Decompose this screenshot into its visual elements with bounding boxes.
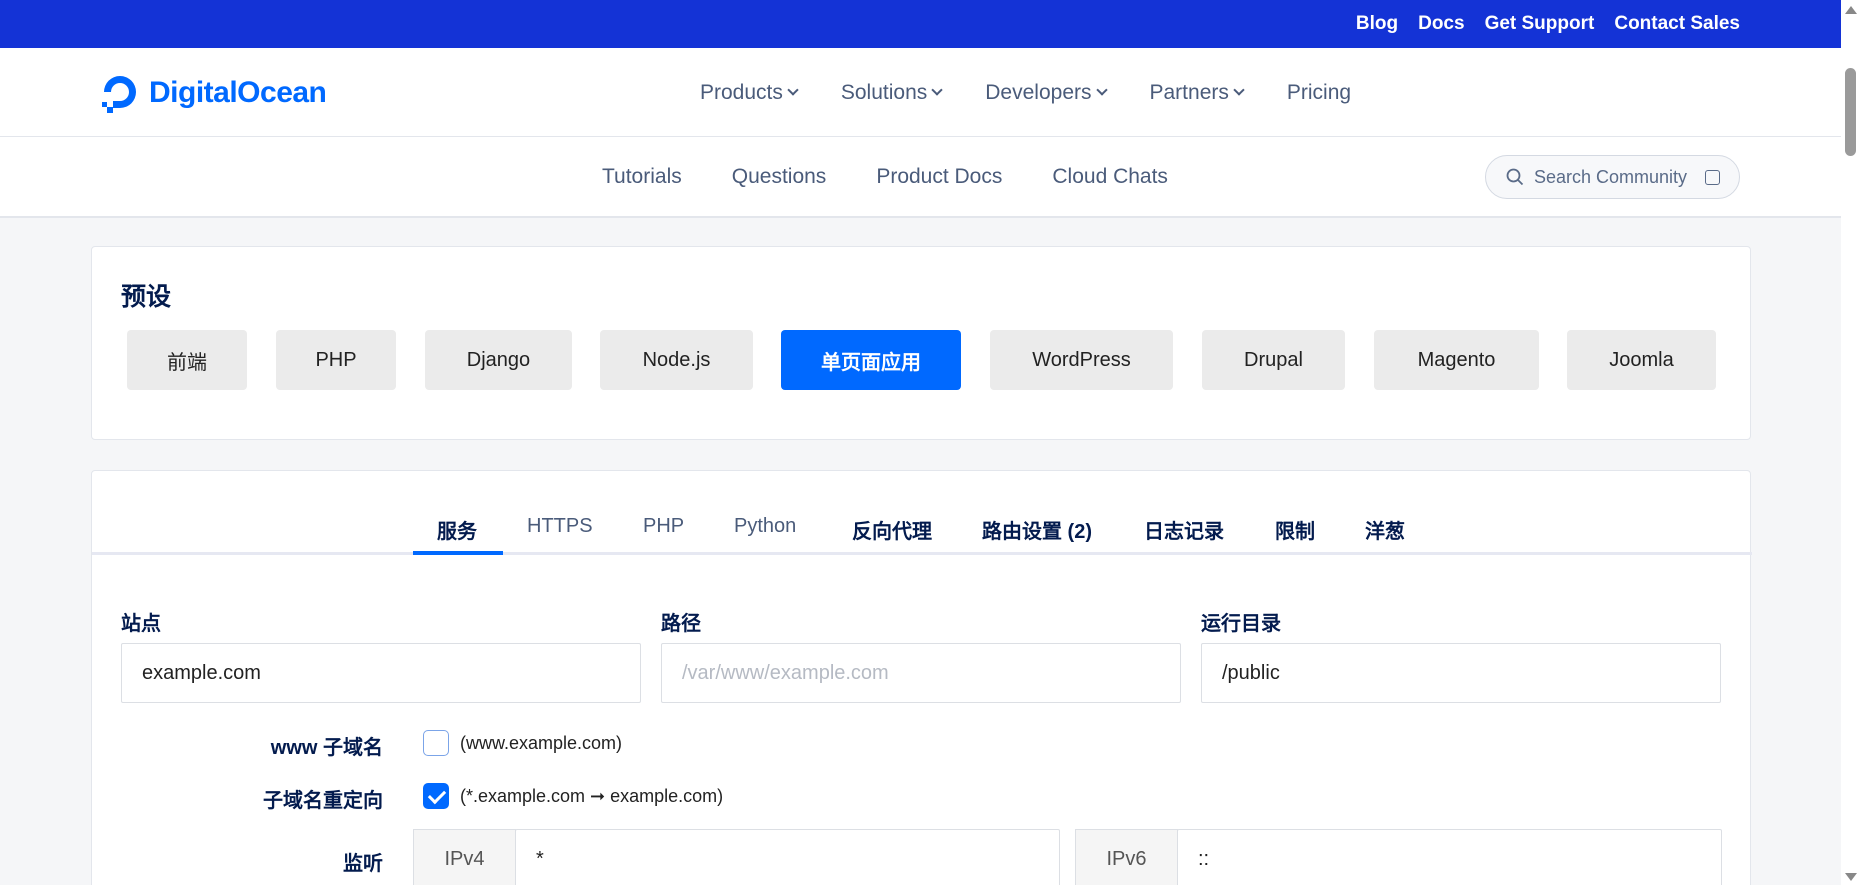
ipv6-addon: IPv6 <box>1075 829 1178 885</box>
preset-django[interactable]: Django <box>425 330 572 390</box>
top-bar: Blog Docs Get Support Contact Sales <box>0 0 1841 48</box>
search-icon <box>1506 168 1524 186</box>
nav-partners[interactable]: Partners <box>1149 80 1245 105</box>
preset-php[interactable]: PHP <box>276 330 396 390</box>
chevron-down-icon <box>1095 84 1108 96</box>
www-subdomain-desc: (www.example.com) <box>460 733 623 753</box>
preset-nodejs[interactable]: Node.js <box>600 330 753 390</box>
docroot-input[interactable]: /public <box>1201 643 1721 703</box>
nav-label: Products <box>700 80 783 104</box>
www-subdomain-checkbox[interactable] <box>423 730 449 756</box>
chevron-down-icon <box>1233 84 1245 96</box>
chevron-down-icon <box>787 84 799 96</box>
community-menu: Tutorials Questions Product Docs Cloud C… <box>602 137 1168 216</box>
tab-reverse-proxy[interactable]: 反向代理 <box>852 515 932 544</box>
logo[interactable]: DigitalOcean <box>99 72 327 114</box>
top-links: Blog Docs Get Support Contact Sales <box>1356 0 1740 48</box>
subdomain-redirect-checkbox[interactable] <box>423 783 449 809</box>
community-nav: Tutorials Questions Product Docs Cloud C… <box>0 137 1841 218</box>
path-input[interactable]: /var/www/example.com <box>661 643 1181 703</box>
preset-frontend[interactable]: 前端 <box>127 330 247 390</box>
ipv4-input[interactable]: * <box>515 829 1060 885</box>
nav-tutorials[interactable]: Tutorials <box>602 165 682 189</box>
nav-product-docs[interactable]: Product Docs <box>876 165 1002 189</box>
tab-onion[interactable]: 洋葱 <box>1365 515 1405 544</box>
scroll-down-arrow-icon[interactable] <box>1845 873 1857 881</box>
www-subdomain-label: www 子域名 <box>270 737 383 759</box>
site-label: 站点 <box>121 613 161 635</box>
site-input[interactable]: example.com <box>121 643 641 703</box>
nav-developers[interactable]: Developers <box>985 80 1108 105</box>
search-placeholder: Search Community <box>1534 166 1688 187</box>
scroll-up-arrow-icon[interactable] <box>1845 6 1857 14</box>
nav-label: Pricing <box>1286 80 1352 104</box>
preset-wordpress[interactable]: WordPress <box>990 330 1173 390</box>
config-card: 服务 HTTPS PHP Python 反向代理 路由设置 (2) 日志记录 限… <box>91 470 1752 885</box>
main-nav: DigitalOcean Products Solutions Develope… <box>0 48 1841 137</box>
config-tabs: 服务 HTTPS PHP Python 反向代理 路由设置 (2) 日志记录 限… <box>92 471 1752 555</box>
preset-drupal[interactable]: Drupal <box>1202 330 1345 390</box>
tab-logging[interactable]: 日志记录 <box>1144 515 1224 544</box>
nav-label: Partners <box>1149 80 1229 104</box>
preset-spa[interactable]: 单页面应用 <box>781 330 961 390</box>
ipv6-input[interactable]: :: <box>1177 829 1722 885</box>
nav-label: Solutions <box>840 80 928 104</box>
subdomain-redirect-label: 子域名重定向 <box>263 790 383 812</box>
tab-limits[interactable]: 限制 <box>1275 515 1315 544</box>
blog-link[interactable]: Blog <box>1356 13 1398 35</box>
presets-title: 预设 <box>121 283 172 311</box>
contact-sales-link[interactable]: Contact Sales <box>1614 13 1740 35</box>
tab-server[interactable]: 服务 <box>437 515 477 544</box>
digitalocean-logo-icon <box>102 76 136 113</box>
docs-link[interactable]: Docs <box>1418 13 1464 35</box>
docroot-label: 运行目录 <box>1201 613 1281 635</box>
preset-joomla[interactable]: Joomla <box>1567 330 1716 390</box>
preset-magento[interactable]: Magento <box>1374 330 1539 390</box>
tab-routing[interactable]: 路由设置 (2) <box>982 515 1092 544</box>
active-tab-indicator <box>413 551 503 555</box>
tab-python[interactable]: Python <box>734 515 796 538</box>
nav-questions[interactable]: Questions <box>732 165 827 189</box>
presets-card: 预设 前端 PHP Django Node.js 单页面应用 WordPress… <box>91 246 1751 440</box>
tab-php[interactable]: PHP <box>643 515 684 538</box>
main-menu: Products Solutions Developers Partners P… <box>700 48 1351 137</box>
tab-https[interactable]: HTTPS <box>527 515 593 538</box>
chevron-down-icon <box>931 84 943 96</box>
nav-solutions[interactable]: Solutions <box>840 80 943 105</box>
listen-label: 监听 <box>343 853 383 875</box>
subdomain-redirect-desc: (*.example.com ➞ example.com) <box>460 786 724 806</box>
nav-pricing[interactable]: Pricing <box>1287 81 1351 105</box>
get-support-link[interactable]: Get Support <box>1485 13 1595 35</box>
nav-products[interactable]: Products <box>700 80 799 105</box>
keyboard-shortcut-icon <box>1705 169 1721 185</box>
scrollbar-thumb[interactable] <box>1845 68 1856 156</box>
brand-name: DigitalOcean <box>149 76 327 109</box>
nav-cloud-chats[interactable]: Cloud Chats <box>1052 165 1168 189</box>
nav-label: Developers <box>985 80 1092 104</box>
ipv4-addon: IPv4 <box>413 829 516 885</box>
search-community-input[interactable]: Search Community <box>1485 155 1740 199</box>
path-label: 路径 <box>661 613 701 635</box>
